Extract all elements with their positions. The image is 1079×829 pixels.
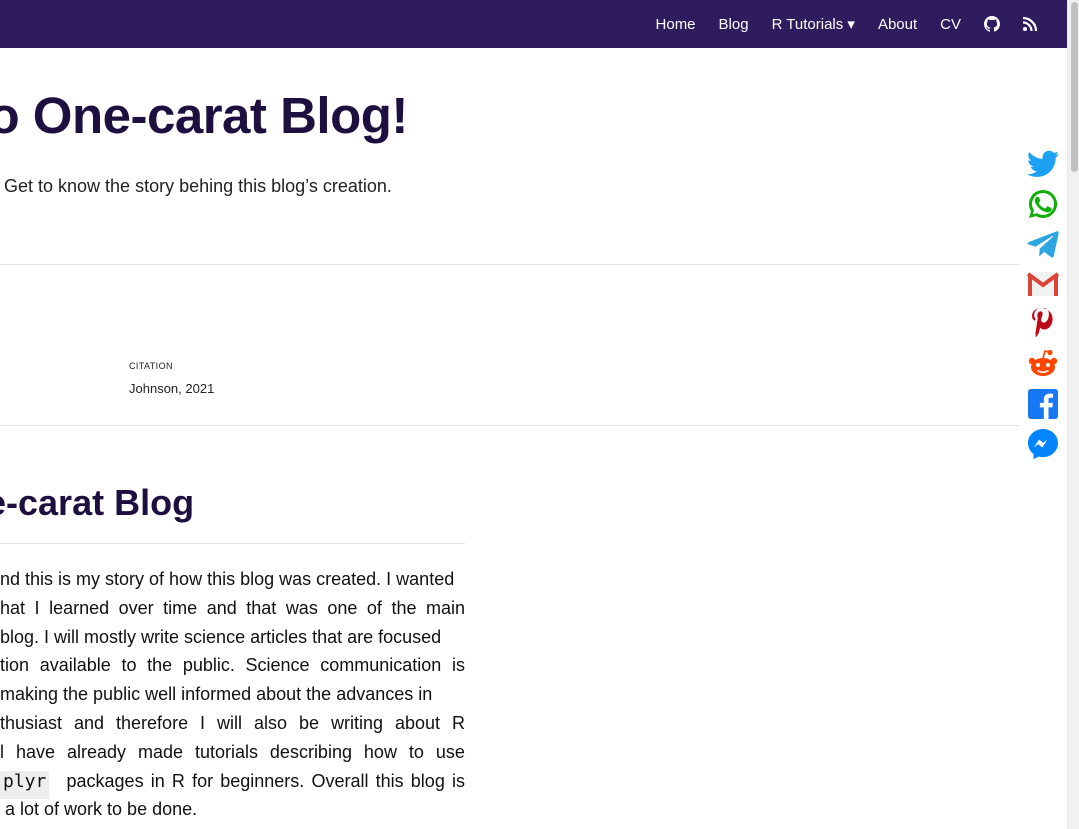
- pinterest-icon[interactable]: [1023, 308, 1063, 340]
- body-text-line: blog. I will mostly write science articl…: [0, 627, 465, 656]
- body-word: making the public well informed about th…: [0, 684, 433, 705]
- rss-icon[interactable]: [1023, 17, 1037, 31]
- citation-value: Johnson, 2021: [129, 381, 215, 396]
- body-word: nd this is my story of how this blog was…: [0, 569, 455, 589]
- messenger-icon[interactable]: [1023, 428, 1063, 460]
- body-word: I: [200, 712, 206, 733]
- facebook-icon[interactable]: [1023, 388, 1063, 420]
- body-word: blog. I will mostly write science articl…: [0, 626, 442, 647]
- body-word: thusiast: [0, 712, 63, 733]
- body-word: will: [217, 712, 243, 733]
- body-word: the: [147, 655, 173, 676]
- body-word: I: [34, 597, 40, 618]
- top-navbar: Home Blog R Tutorials ▾ About CV: [0, 0, 1067, 48]
- body-word: that: [246, 597, 277, 618]
- body-word: blog: [410, 770, 445, 791]
- body-text-line: tion available to the public. Science communic…: [0, 655, 465, 684]
- body-text-line: thusiast and therefore Iwill also be writing ab…: [0, 713, 465, 742]
- body-text-line: hat Ilearned over time and that was one of the mai…: [0, 598, 465, 627]
- nav-about-link[interactable]: About: [878, 16, 917, 33]
- page-subtitle: Get to know the story behing this blog’s…: [4, 176, 392, 196]
- body-word: be: [299, 712, 320, 733]
- body-text-line: l have already made tutorials describing how to…: [0, 742, 465, 771]
- body-word: also: [254, 712, 288, 733]
- body-word: to: [408, 741, 424, 762]
- twitter-icon[interactable]: [1023, 148, 1063, 180]
- nav-r-tutorials-dropdown[interactable]: R Tutorials ▾: [772, 15, 855, 33]
- body-word: public.: [182, 655, 235, 676]
- gmail-icon[interactable]: [1023, 268, 1063, 300]
- body-word: therefore: [116, 712, 189, 733]
- body-word: is: [451, 655, 465, 676]
- body-word: time: [163, 597, 198, 618]
- body-word: l: [0, 741, 4, 762]
- divider: [0, 425, 1019, 426]
- whatsapp-icon[interactable]: [1023, 188, 1063, 220]
- article-body: nd this is my story of how this blog was…: [0, 569, 465, 828]
- telegram-icon[interactable]: [1023, 228, 1063, 260]
- body-last-line-text: a lot of work to be done.: [5, 799, 198, 820]
- nav-cv-link[interactable]: CV: [940, 16, 961, 33]
- body-word: and: [206, 597, 237, 618]
- body-word: of: [366, 597, 382, 618]
- reddit-icon[interactable]: [1023, 348, 1063, 380]
- body-word: to: [121, 655, 137, 676]
- vertical-scrollbar[interactable]: [1067, 0, 1079, 829]
- body-text-line: making the public well informed about th…: [0, 684, 465, 713]
- scrollbar-thumb[interactable]: [1071, 2, 1078, 172]
- body-word: R: [171, 770, 185, 791]
- body-word: beginners.: [220, 770, 305, 791]
- body-word: over: [118, 597, 154, 618]
- citation-label: CITATION: [129, 361, 173, 371]
- body-word: main: [425, 597, 465, 618]
- body-word: the: [391, 597, 417, 618]
- body-word: use: [435, 741, 465, 762]
- section-divider: [0, 543, 465, 544]
- body-word: packages: [66, 770, 144, 791]
- section-heading: e-carat Blog: [0, 482, 195, 523]
- body-word: one: [327, 597, 358, 618]
- body-word: in: [150, 770, 165, 791]
- body-word: about: [394, 712, 441, 733]
- github-icon[interactable]: [984, 16, 1000, 32]
- body-text-line: a lot of work to be done.: [0, 799, 465, 828]
- body-text-line: plyr packages in Rfor beginners. Overall this b…: [0, 770, 465, 800]
- body-word: made: [137, 741, 183, 762]
- body-word: Overall: [311, 770, 369, 791]
- body-word: tutorials: [194, 741, 258, 762]
- body-word: this: [375, 770, 404, 791]
- body-word: tion: [0, 655, 30, 676]
- nav-blog-link[interactable]: Blog: [719, 16, 749, 33]
- body-word: describing: [269, 741, 352, 762]
- body-word: already: [66, 741, 126, 762]
- body-word: hat: [0, 597, 26, 618]
- nav-links: Home Blog R Tutorials ▾ About CV: [633, 0, 1037, 48]
- share-sidebar: [1023, 148, 1063, 460]
- body-word: Science: [245, 655, 310, 676]
- body-word: learned: [49, 597, 110, 618]
- body-word: available: [39, 655, 111, 676]
- body-word: was: [285, 597, 318, 618]
- body-text-line: nd this is my story of how this blog was…: [0, 569, 465, 598]
- body-word: have: [15, 741, 55, 762]
- body-word: R: [452, 712, 465, 733]
- nav-home-link[interactable]: Home: [656, 16, 696, 33]
- body-word: is: [451, 770, 465, 791]
- divider: [0, 264, 1019, 265]
- body-word: writing: [331, 712, 384, 733]
- body-word: how: [363, 741, 397, 762]
- page-title: to One-carat Blog!: [0, 87, 408, 144]
- body-word: for: [192, 770, 214, 791]
- inline-code: plyr: [0, 770, 50, 800]
- body-word: and: [74, 712, 105, 733]
- body-word: communication: [320, 655, 442, 676]
